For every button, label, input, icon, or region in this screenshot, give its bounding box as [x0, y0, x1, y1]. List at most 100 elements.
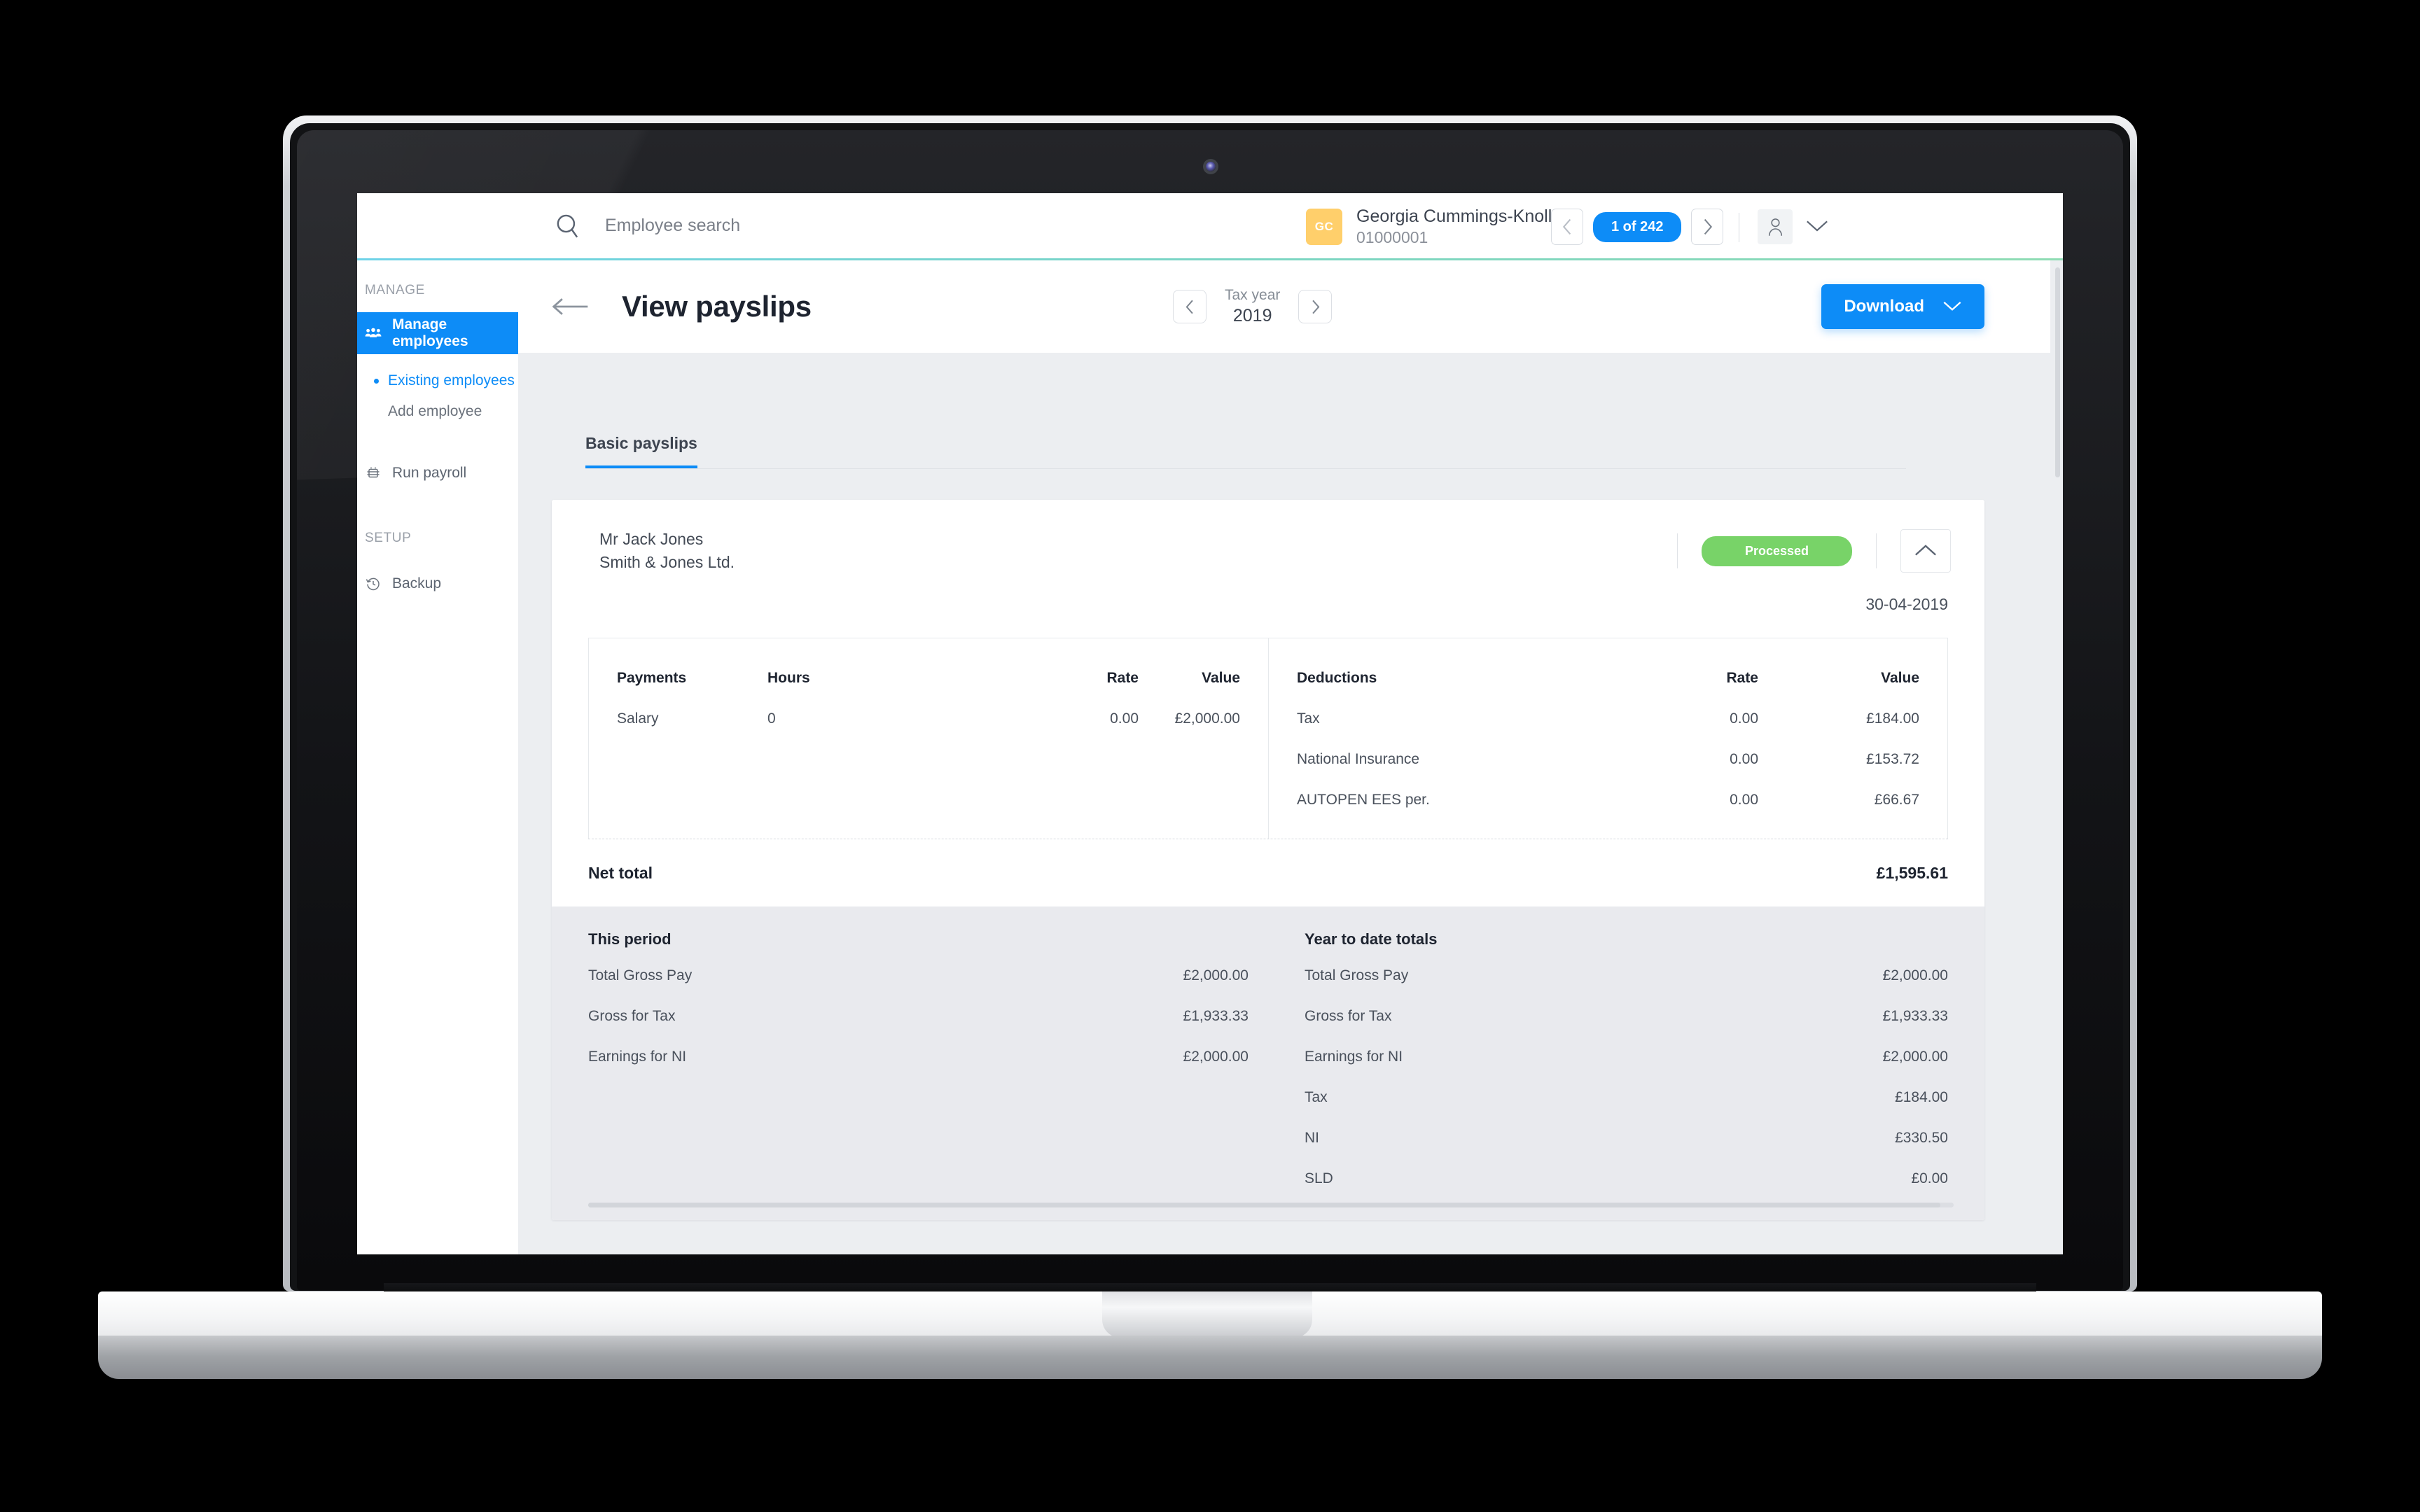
pager-next-button[interactable] — [1691, 209, 1724, 245]
deductions-col-name: Deductions — [1297, 670, 1377, 686]
chevron-left-icon — [1562, 218, 1571, 235]
total-value: £1,933.33 — [1882, 1008, 1948, 1024]
payslip-date: 30-04-2019 — [1865, 595, 1948, 613]
payments-col-value: Value — [1202, 670, 1240, 686]
sidebar-item-label: Backup — [392, 575, 442, 592]
pager-prev-button[interactable] — [1551, 209, 1583, 245]
deductions-table: Deductions Rate Value Tax 0.00 £184.00 N… — [1268, 638, 1947, 839]
collapse-button[interactable] — [1900, 529, 1951, 573]
account-menu[interactable] — [1758, 193, 1829, 260]
net-total-value: £1,595.61 — [1876, 863, 1948, 882]
chevron-right-icon — [1312, 300, 1320, 314]
list-item: Total Gross Pay £2,000.00 — [588, 955, 1249, 996]
year-to-date-title: Year to date totals — [1305, 930, 1438, 948]
search-input[interactable] — [605, 216, 899, 236]
sidebar-item-backup[interactable]: Backup — [357, 563, 518, 605]
vertical-divider — [1676, 533, 1678, 568]
sidebar-item-run-payroll[interactable]: Run payroll — [357, 452, 518, 494]
tax-year-value: 2019 — [1232, 305, 1272, 326]
deductions-col-rate: Rate — [1726, 670, 1758, 686]
payments-col-rate: Rate — [1106, 670, 1139, 686]
pager-count: 1 of 242 — [1593, 211, 1682, 242]
total-value: £0.00 — [1911, 1170, 1948, 1186]
current-employee-block[interactable]: GC Georgia Cummings-Knoll 01000001 — [1306, 193, 1552, 260]
tab-list: Basic payslips — [585, 393, 1906, 469]
deduction-value: £184.00 — [1866, 710, 1919, 727]
deductions-header-row: Deductions Rate Value — [1297, 658, 1919, 699]
total-value: £184.00 — [1895, 1089, 1948, 1105]
tax-year-next-button[interactable] — [1298, 290, 1333, 323]
tab-basic-payslips[interactable]: Basic payslips — [585, 434, 697, 468]
tabs-bar: Basic payslips — [518, 353, 2063, 469]
download-button[interactable]: Download — [1821, 284, 1984, 329]
scrollbar-thumb[interactable] — [2055, 267, 2060, 477]
total-value: £2,000.00 — [1882, 967, 1948, 983]
sidebar-subitem-label: Add employee — [388, 403, 482, 419]
list-item: NI £330.50 — [1305, 1118, 1948, 1158]
employee-search[interactable] — [553, 211, 899, 241]
chevron-left-icon — [1185, 300, 1193, 314]
list-item: Tax £184.00 — [1305, 1077, 1948, 1118]
total-label: Gross for Tax — [588, 1008, 676, 1024]
avatar: GC — [1306, 209, 1342, 245]
chevron-right-icon — [1704, 218, 1713, 235]
payslip-header-actions: Processed — [1676, 529, 1951, 573]
sidebar: MANAGE Manage employees Existing employe… — [357, 260, 518, 1254]
total-label: Gross for Tax — [1305, 1008, 1392, 1024]
table-row: Salary 0 0.00 £2,000.00 — [617, 699, 1240, 739]
payslip-header: Mr Jack Jones Smith & Jones Ltd. Process… — [552, 500, 1984, 582]
deductions-col-value: Value — [1881, 670, 1919, 686]
laptop-mockup: GC Georgia Cummings-Knoll 01000001 1 of … — [0, 0, 2420, 1512]
tax-year-prev-button[interactable] — [1173, 290, 1206, 323]
table-row: Tax 0.00 £184.00 — [1297, 699, 1919, 739]
sidebar-item-existing-employees[interactable]: Existing employees — [357, 365, 518, 396]
scrollbar-thumb[interactable] — [588, 1203, 1940, 1208]
totals-section: This period Total Gross Pay £2,000.00 Gr… — [552, 906, 1984, 1220]
user-icon[interactable] — [1758, 209, 1793, 244]
payment-value: £2,000.00 — [1174, 710, 1240, 727]
payslip-card: Mr Jack Jones Smith & Jones Ltd. Process… — [552, 500, 1984, 1220]
arrow-left-icon[interactable] — [552, 296, 590, 317]
app-body: MANAGE Manage employees Existing employe… — [357, 260, 2063, 1254]
search-icon[interactable] — [553, 211, 583, 241]
table-row: National Insurance 0.00 £153.72 — [1297, 739, 1919, 780]
chevron-down-icon[interactable] — [1805, 218, 1829, 237]
payment-rate: 0.00 — [1110, 710, 1139, 727]
payments-col-hours: Hours — [767, 670, 810, 686]
total-value: £1,933.33 — [1183, 1008, 1249, 1024]
table-row-empty — [617, 739, 1240, 780]
sidebar-subitem-label: Existing employees — [388, 372, 515, 388]
net-total-label: Net total — [588, 863, 653, 882]
total-label: Total Gross Pay — [588, 967, 693, 983]
payslip-employee-name: Mr Jack Jones — [599, 530, 704, 548]
payments-table: Payments Hours Rate Value Salary 0 0.00 … — [589, 638, 1268, 839]
bullet-icon — [374, 378, 379, 384]
sidebar-item-add-employee[interactable]: Add employee — [357, 396, 518, 427]
status-badge: Processed — [1701, 536, 1852, 566]
table-row-empty — [617, 780, 1240, 820]
payment-name: Salary — [617, 710, 659, 727]
total-label: Tax — [1305, 1089, 1328, 1105]
tax-year-display: Tax year 2019 — [1225, 286, 1280, 327]
horizontal-scrollbar[interactable] — [588, 1203, 1954, 1208]
total-value: £2,000.00 — [1882, 1049, 1948, 1065]
year-to-date-column: Year to date totals Total Gross Pay £2,0… — [1268, 930, 1948, 1199]
payslip-company-name: Smith & Jones Ltd. — [599, 553, 735, 572]
payslip-tables: Payments Hours Rate Value Salary 0 0.00 … — [588, 638, 1948, 839]
deduction-rate: 0.00 — [1730, 792, 1758, 808]
employee-id: 01000001 — [1356, 228, 1428, 247]
download-label: Download — [1844, 297, 1924, 316]
tax-year-selector: Tax year 2019 — [1173, 286, 1333, 327]
total-value: £2,000.00 — [1183, 1049, 1249, 1065]
sidebar-item-label: Manage employees — [392, 316, 468, 349]
this-period-column: This period Total Gross Pay £2,000.00 Gr… — [588, 930, 1268, 1199]
total-label: NI — [1305, 1130, 1319, 1146]
page-header: View payslips Tax year 2019 Download — [518, 260, 2063, 353]
deduction-name: National Insurance — [1297, 751, 1420, 767]
sidebar-item-manage-employees[interactable]: Manage employees — [357, 312, 518, 354]
deduction-name: AUTOPEN EES per. — [1297, 792, 1430, 808]
vertical-scrollbar[interactable] — [2050, 260, 2063, 1254]
sidebar-group-manage: MANAGE — [365, 283, 425, 298]
people-icon — [365, 327, 382, 340]
deduction-name: Tax — [1297, 710, 1320, 727]
